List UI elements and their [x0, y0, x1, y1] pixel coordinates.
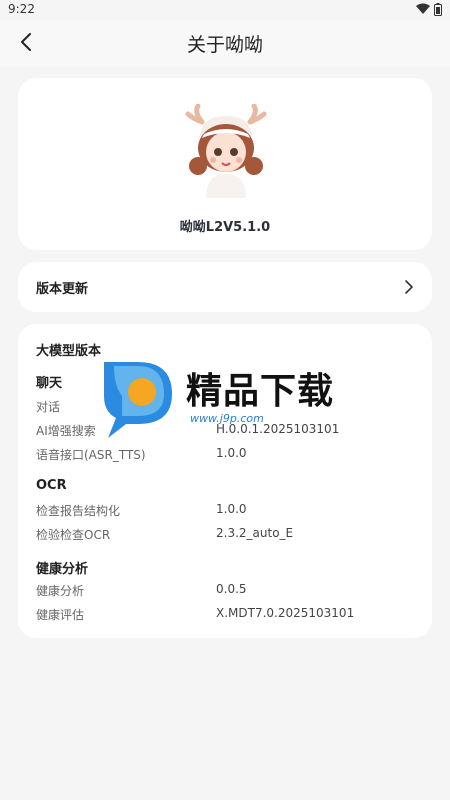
- row-label: 健康评估: [36, 608, 85, 622]
- group-title-health: 健康分析: [36, 562, 89, 577]
- row-value: H.0.0.1.2025103101: [216, 422, 340, 436]
- status-icons: [416, 3, 442, 16]
- status-bar: 9:22: [0, 0, 450, 20]
- row-label: 检验检查OCR: [36, 528, 111, 542]
- row-label: 语音接口(ASR_TTS): [36, 448, 146, 462]
- version-update-label: 版本更新: [36, 282, 89, 297]
- row-label: 检查报告结构化: [36, 504, 121, 518]
- row-value: 0.0.5: [216, 582, 247, 596]
- group-title-ocr: OCR: [36, 478, 67, 493]
- row-value: X.MDT7.0.2025103101: [216, 606, 355, 620]
- status-time: 9:22: [8, 2, 35, 16]
- page-title: 关于呦呦: [186, 34, 263, 56]
- row-value: 1.0.0: [216, 446, 247, 460]
- group-title-chat: 聊天: [36, 376, 63, 391]
- wifi-icon: [416, 3, 430, 14]
- app-header: 关于呦呦: [0, 20, 450, 66]
- row-label: 健康分析: [36, 584, 85, 598]
- chevron-right-icon: [405, 280, 413, 294]
- model-name: 呦呦L2V5.1.0: [179, 220, 271, 235]
- avatar: [185, 104, 267, 198]
- row-value: 1.0.0: [216, 502, 247, 516]
- row-label: AI增强搜索: [36, 424, 96, 438]
- battery-icon: [434, 3, 442, 16]
- version-update-row[interactable]: 版本更新: [18, 262, 432, 312]
- row-label: 对话: [36, 400, 61, 414]
- profile-card: 呦呦L2V5.1.0: [18, 78, 432, 250]
- model-versions-title: 大模型版本: [36, 344, 102, 359]
- row-value: 2.3.2_auto_E: [216, 526, 294, 540]
- model-versions-card: 大模型版本 聊天 对话 AI增强搜索 H.0.0.1.2025103101 语音…: [18, 324, 432, 638]
